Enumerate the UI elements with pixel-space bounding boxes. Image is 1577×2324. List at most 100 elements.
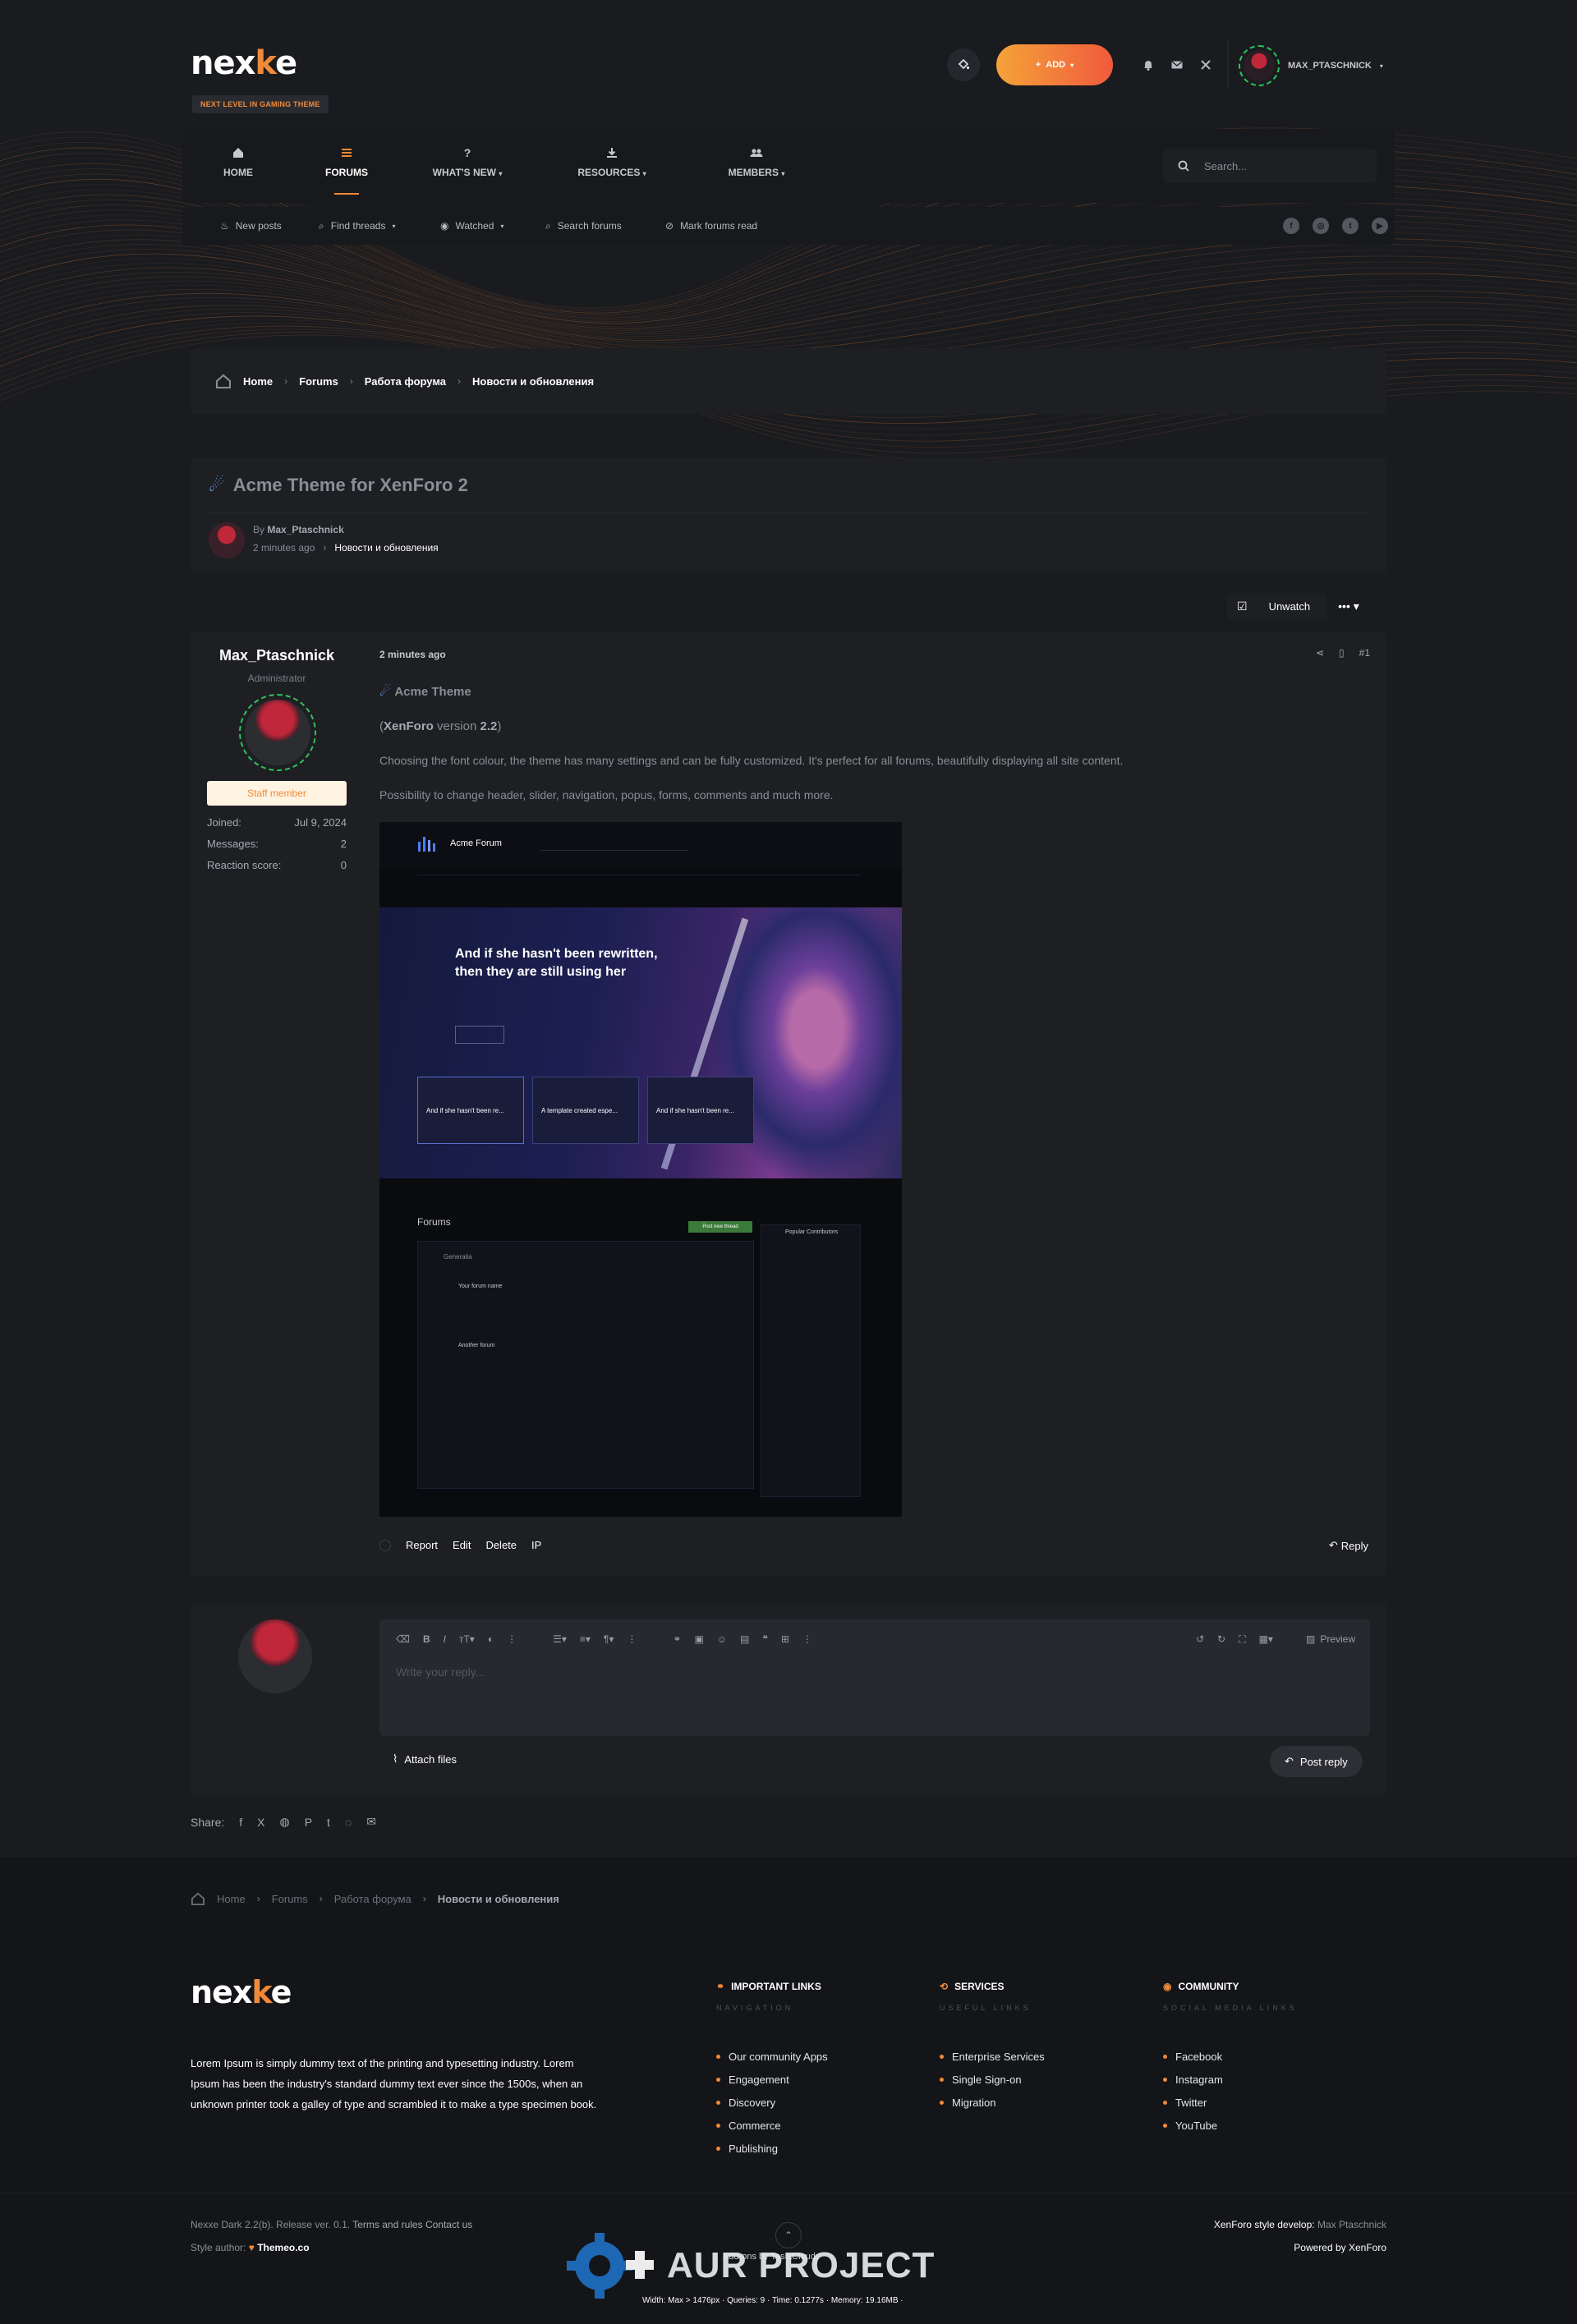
footer-link[interactable]: Facebook xyxy=(1163,2045,1298,2068)
terms-link[interactable]: Terms and rules xyxy=(352,2219,422,2230)
subnav-new-posts[interactable]: ♨ New posts xyxy=(220,207,282,245)
align-icon[interactable]: ≡▾ xyxy=(580,1633,591,1645)
footer-link[interactable]: Commerce xyxy=(716,2114,828,2137)
thread-time[interactable]: 2 minutes ago xyxy=(253,542,315,553)
drafts-icon[interactable]: ▦▾ xyxy=(1259,1633,1273,1645)
x-icon[interactable]: X xyxy=(257,1816,264,1829)
undo-icon[interactable]: ↺ xyxy=(1196,1633,1204,1645)
nav-forums[interactable]: FORUMS xyxy=(318,144,375,195)
quote-icon[interactable]: ❝ xyxy=(762,1633,767,1645)
powered-by[interactable]: Powered by XenForo xyxy=(1294,2242,1386,2253)
footer-logo[interactable]: nexke xyxy=(191,1974,292,2010)
footer-link[interactable]: Publishing xyxy=(716,2137,828,2160)
reply-button[interactable]: ↶ Reply xyxy=(1329,1539,1368,1552)
attach-files-button[interactable]: ⌇ Attach files xyxy=(393,1752,457,1766)
unwatch-button[interactable]: ☑ Unwatch xyxy=(1227,593,1327,619)
nav-whats-new[interactable]: ? WHAT'S NEW ▾ xyxy=(422,144,513,178)
post-username[interactable]: Max_Ptaschnick xyxy=(207,647,347,664)
home-icon[interactable] xyxy=(215,374,232,388)
youtube-icon[interactable]: ▶ xyxy=(1372,218,1388,234)
link-icon[interactable]: ⚭ xyxy=(673,1633,681,1645)
crumb-category[interactable]: Работа форума xyxy=(334,1893,411,1905)
nav-members[interactable]: MEMBERS ▾ xyxy=(711,144,802,178)
crumb-home[interactable]: Home xyxy=(243,375,273,388)
user-menu[interactable]: MAX_PTASCHNICK ▾ xyxy=(1239,45,1383,86)
more-options-icon[interactable]: ••• ▾ xyxy=(1338,599,1359,613)
alerts-bell-icon[interactable] xyxy=(1138,55,1158,75)
nav-resources[interactable]: RESOURCES ▾ xyxy=(567,144,657,178)
crumb-forums[interactable]: Forums xyxy=(272,1893,308,1905)
contact-link[interactable]: Contact us xyxy=(425,2219,472,2230)
facebook-icon[interactable]: f xyxy=(239,1816,242,1829)
reply-editor[interactable]: ⌫ B I тT▾ ◐ ⋮ ☰▾ ≡▾ ¶▾ ⋮ ⚭ ▣ ☺ ▤ ❝ ⊞ ⋮ ↺… xyxy=(379,1619,1370,1736)
subnav-watched[interactable]: ◉ Watched ▾ xyxy=(440,207,503,245)
facebook-icon[interactable]: f xyxy=(1283,218,1299,234)
nav-home[interactable]: HOME xyxy=(214,144,263,178)
footer-link[interactable]: Migration xyxy=(940,2091,1045,2114)
admin-tools-icon[interactable] xyxy=(1196,55,1216,75)
table-icon[interactable]: ⊞ xyxy=(781,1633,789,1645)
bookmark-icon[interactable]: ▯ xyxy=(1339,647,1345,659)
crumb-forums[interactable]: Forums xyxy=(299,375,338,388)
pinterest-icon[interactable]: P xyxy=(305,1816,312,1829)
crumb-current[interactable]: Новости и обновления xyxy=(438,1893,559,1905)
palette-icon[interactable]: ◐ xyxy=(488,1633,494,1645)
author-avatar[interactable] xyxy=(209,522,245,558)
footer-link[interactable]: YouTube xyxy=(1163,2114,1298,2137)
footer-link[interactable]: Engagement xyxy=(716,2068,828,2091)
footer-link[interactable]: Twitter xyxy=(1163,2091,1298,2114)
footer-link[interactable]: Our community Apps xyxy=(716,2045,828,2068)
home-icon[interactable] xyxy=(191,1892,205,1905)
preview-button[interactable]: ▨ Preview xyxy=(1306,1633,1355,1645)
bold-icon[interactable]: B xyxy=(423,1633,430,1645)
add-button[interactable]: + ADD ▾ xyxy=(996,44,1113,85)
search-box[interactable]: Search... xyxy=(1163,149,1377,183)
delete-link[interactable]: Delete xyxy=(485,1539,517,1551)
ip-link[interactable]: IP xyxy=(531,1539,541,1551)
share-icon[interactable]: ⋖ xyxy=(1316,647,1324,659)
more-vertical-icon[interactable]: ⋮ xyxy=(507,1633,517,1645)
post-attachment-image[interactable]: Acme Forum And if she hasn't been rewrit… xyxy=(379,822,902,1517)
email-icon[interactable]: ✉ xyxy=(366,1815,376,1829)
post-avatar[interactable] xyxy=(239,694,316,771)
subnav-find-threads[interactable]: ⌕ Find threads ▾ xyxy=(319,207,395,245)
redo-icon[interactable]: ↻ xyxy=(1217,1633,1225,1645)
more-vertical-icon[interactable]: ⋮ xyxy=(627,1633,637,1645)
select-checkbox[interactable] xyxy=(379,1539,391,1551)
reddit-icon[interactable]: ◍ xyxy=(279,1815,289,1829)
site-logo[interactable]: nexke xyxy=(191,44,297,82)
fullscreen-icon[interactable]: ⛶ xyxy=(1239,1633,1245,1646)
footer-link[interactable]: Instagram xyxy=(1163,2068,1298,2091)
list-icon[interactable]: ☰▾ xyxy=(553,1633,567,1645)
crumb-home[interactable]: Home xyxy=(217,1893,246,1905)
italic-icon[interactable]: I xyxy=(444,1633,446,1645)
post-time[interactable]: 2 minutes ago xyxy=(379,649,446,660)
post-reply-button[interactable]: ↶ Post reply xyxy=(1270,1746,1363,1777)
eraser-icon[interactable]: ⌫ xyxy=(396,1633,410,1645)
style-author-link[interactable]: Themeo.co xyxy=(257,2242,309,2253)
thread-author[interactable]: Max_Ptaschnick xyxy=(267,524,343,535)
footer-link[interactable]: Enterprise Services xyxy=(940,2045,1045,2068)
paragraph-icon[interactable]: ¶▾ xyxy=(604,1633,614,1645)
subnav-mark-read[interactable]: ⊘ Mark forums read xyxy=(665,207,757,245)
footer-link[interactable]: Discovery xyxy=(716,2091,828,2114)
more-vertical-icon[interactable]: ⋮ xyxy=(802,1633,812,1645)
post-number[interactable]: #1 xyxy=(1359,647,1370,659)
footer-link[interactable]: Single Sign-on xyxy=(940,2068,1045,2091)
image-icon[interactable]: ▣ xyxy=(694,1633,703,1645)
text-size-icon[interactable]: тT▾ xyxy=(459,1633,475,1645)
crumb-category[interactable]: Работа форума xyxy=(365,375,446,388)
messages-envelope-icon[interactable] xyxy=(1167,55,1187,75)
edit-link[interactable]: Edit xyxy=(453,1539,471,1551)
crumb-current[interactable]: Новости и обновления xyxy=(472,375,594,388)
thread-forum[interactable]: Новости и обновления xyxy=(334,542,438,553)
style-variation-button[interactable] xyxy=(947,48,980,81)
twitter-icon[interactable]: t xyxy=(1342,218,1359,234)
developer-link[interactable]: Max Ptaschnick xyxy=(1317,2219,1386,2230)
tumblr-icon[interactable]: t xyxy=(327,1816,330,1829)
instagram-icon[interactable]: ◎ xyxy=(1313,218,1329,234)
smilie-icon[interactable]: ☺ xyxy=(717,1633,727,1645)
subnav-search-forums[interactable]: ⌕ Search forums xyxy=(545,207,622,245)
whatsapp-icon[interactable]: ◌ xyxy=(345,1816,352,1829)
report-link[interactable]: Report xyxy=(406,1539,438,1551)
